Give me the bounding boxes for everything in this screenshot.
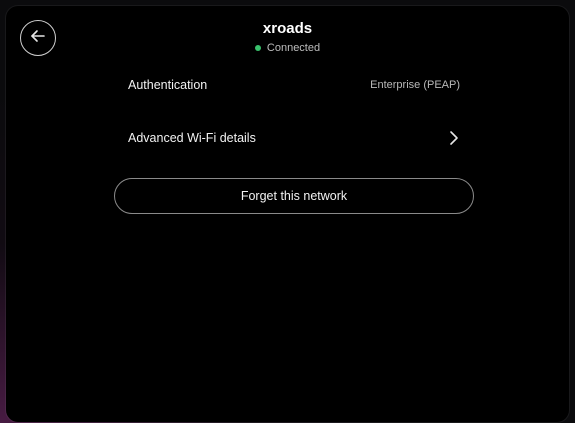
advanced-wifi-details-row[interactable]: Advanced Wi-Fi details <box>128 128 460 148</box>
connection-status-text: Connected <box>266 42 321 54</box>
authentication-label: Authentication <box>128 78 208 92</box>
wifi-network-detail-panel: xroads Connected Authentication Enterpri… <box>6 6 569 422</box>
status-dot-icon <box>254 45 261 51</box>
connection-status: Connected <box>254 41 321 55</box>
chevron-right-icon <box>448 130 460 146</box>
network-name: xroads <box>262 20 313 37</box>
authentication-row: Authentication Enterprise (PEAP) <box>128 76 460 94</box>
authentication-value: Enterprise (PEAP) <box>370 79 460 91</box>
advanced-wifi-details-label: Advanced Wi-Fi details <box>128 131 256 145</box>
network-header: xroads Connected <box>6 20 569 56</box>
forget-network-button[interactable]: Forget this network <box>114 178 474 214</box>
